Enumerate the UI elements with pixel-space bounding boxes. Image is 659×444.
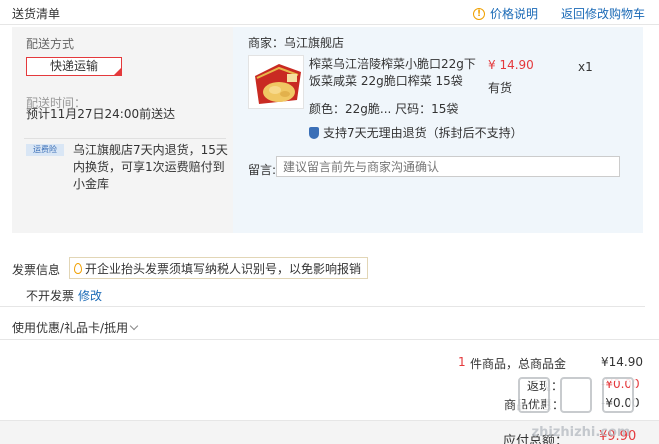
invoice-status: 不开发票 [26,289,75,303]
stock-status: 有货 [488,81,513,95]
invoice-tip: 开企业抬头发票须填写纳税人识别号，以免影响报销 [69,257,369,279]
product-price: ¥ 14.90 [488,58,534,72]
invoice-label: 发票信息 [12,263,61,277]
watermark-url: zhizhizhi.com [532,425,631,440]
item-count: 1 [458,355,466,369]
location-pin-icon [74,262,82,274]
header-divider [0,24,659,25]
chevron-down-icon [129,321,139,331]
express-shipping-label: 快递运输 [49,59,98,73]
price-info-link[interactable]: ! 价格说明 [473,5,538,22]
info-icon: ! [473,7,485,20]
return-policy-label: 支持7天无理由退货（拆封后不支持） [323,126,523,140]
back-to-cart-link[interactable]: 返回修改购物车 [561,5,645,22]
return-policy-badge: 支持7天无理由退货（拆封后不支持） [309,124,523,141]
store-name: 商家：乌江旗舰店 [248,36,345,50]
shipping-method-label: 配送方式 [26,37,75,51]
edit-invoice-link[interactable]: 修改 [78,287,102,304]
invoice-tip-text: 开企业抬头发票须填写纳税人识别号，以免影响报销 [85,261,362,276]
shield-icon [309,126,319,139]
memo-input[interactable] [276,156,620,177]
product-quantity: x1 [578,60,593,74]
express-shipping-option[interactable]: 快递运输 [26,57,122,76]
divider [0,306,645,307]
divider [24,138,226,139]
product-thumbnail[interactable] [248,55,304,109]
coupon-toggle[interactable]: 使用优惠/礼品卡/抵用 [12,319,139,336]
shipping-insurance-icon: 运费险 [26,144,64,156]
return-policy-text: 乌江旗舰店7天内退货，15天内换货，可享1次运费赔付到小金库 [73,143,228,191]
delivery-time-value: 预计11月27日24:00前送达 [26,107,176,121]
product-attributes: 颜色：22g脆... 尺码：15袋 [309,102,459,116]
price-info-label: 价格说明 [490,7,539,21]
item-count-label: 件商品，总商品金 [470,357,567,371]
goods-amount: ¥14.90 [601,355,643,369]
site-watermark-logo: zhizhizhi.com [505,372,659,444]
selected-corner-icon [114,68,121,75]
coupon-label: 使用优惠/礼品卡/抵用 [12,321,129,335]
divider [0,339,659,340]
product-name-link[interactable]: 榨菜乌江涪陵榨菜小脆口22g下饭菜咸菜 22g脆口榨菜 15袋 [309,56,485,90]
memo-label: 留言: [248,163,277,177]
section-title: 送货清单 [12,7,61,21]
